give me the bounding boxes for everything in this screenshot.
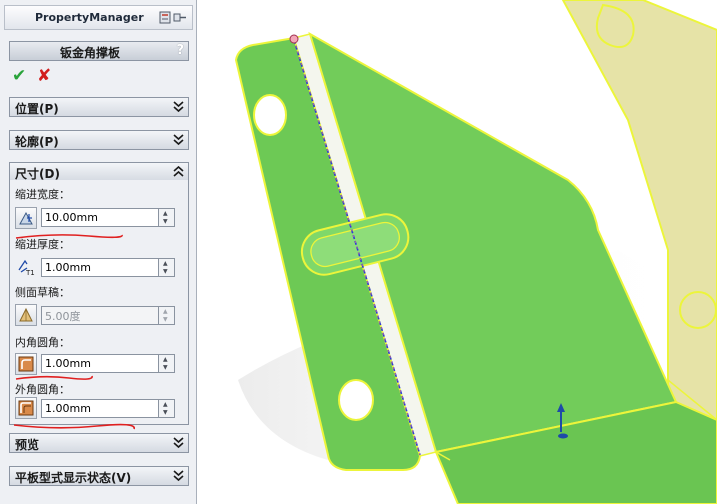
- property-manager-panel: PropertyManager 钣金角撑板 ? ✔ ✘ 位置(P) 轮廓(P) …: [0, 0, 197, 504]
- inner-fillet-spinner[interactable]: ▲ ▼: [159, 354, 175, 373]
- annotation-underline: [15, 375, 93, 380]
- indent-width-icon: [19, 211, 33, 225]
- indent-thickness-icon: T1: [18, 259, 35, 276]
- indent-thickness-input[interactable]: [41, 258, 159, 277]
- group-position-title: 位置(P): [15, 102, 59, 116]
- property-manager-title: PropertyManager: [35, 11, 144, 24]
- side-draft-input[interactable]: [41, 306, 159, 325]
- indent-thickness-icon-box: T1: [15, 256, 37, 278]
- ok-button[interactable]: ✔: [12, 66, 26, 86]
- indent-width-icon-box: [15, 207, 37, 229]
- chevron-down-icon: [173, 470, 184, 482]
- inner-fillet-icon: [18, 356, 34, 372]
- outer-fillet-icon-box: [15, 397, 37, 419]
- inner-fillet-label: 内角圆角：: [15, 336, 70, 349]
- indent-width-input[interactable]: [41, 208, 159, 227]
- group-preview-title: 预览: [15, 438, 40, 452]
- feature-title: 钣金角撑板: [59, 46, 120, 60]
- indent-thickness-spinner[interactable]: ▲ ▼: [159, 258, 175, 277]
- group-profile-title: 轮廓(P): [15, 135, 59, 149]
- chevron-up-icon: [173, 166, 184, 177]
- draft-angle-icon: [19, 307, 33, 322]
- group-flat-pattern-title: 平板型式显示状态(V): [15, 471, 132, 485]
- outer-fillet-input[interactable]: [41, 399, 159, 418]
- side-draft-label: 侧面草稿：: [15, 286, 70, 299]
- annotation-underline: [13, 423, 135, 430]
- model-view[interactable]: [198, 0, 717, 504]
- cancel-button[interactable]: ✘: [37, 66, 51, 86]
- pin-icon[interactable]: [158, 10, 188, 25]
- outer-fillet-spinner[interactable]: ▲ ▼: [159, 399, 175, 418]
- outer-fillet-label: 外角圆角：: [15, 383, 70, 396]
- graphics-viewport[interactable]: [198, 0, 717, 504]
- property-manager-header: PropertyManager: [4, 5, 193, 30]
- axis-origin: [558, 433, 568, 439]
- group-profile[interactable]: 轮廓(P): [9, 130, 189, 150]
- help-icon[interactable]: ?: [176, 43, 184, 58]
- chevron-down-icon: [173, 101, 184, 113]
- chevron-down-icon: [173, 437, 184, 449]
- feature-header: 钣金角撑板 ?: [9, 41, 189, 61]
- group-dimensions[interactable]: 尺寸(D): [9, 162, 189, 182]
- selection-point[interactable]: [289, 34, 299, 44]
- mounting-hole: [338, 379, 374, 421]
- t1-label: T1: [25, 269, 35, 276]
- outer-fillet-icon: [18, 400, 34, 416]
- side-draft-icon-box: [15, 304, 37, 326]
- indent-width-label: 缩进宽度：: [15, 188, 70, 201]
- annotation-underline: [15, 234, 123, 239]
- chevron-down-icon: [173, 134, 184, 146]
- inner-fillet-input[interactable]: [41, 354, 159, 373]
- indent-width-spinner[interactable]: ▲ ▼: [159, 208, 175, 227]
- group-flat-pattern[interactable]: 平板型式显示状态(V): [9, 466, 189, 486]
- group-position[interactable]: 位置(P): [9, 97, 189, 117]
- inner-fillet-icon-box: [15, 353, 37, 375]
- group-preview[interactable]: 预览: [9, 433, 189, 453]
- side-draft-spinner[interactable]: ▲ ▼: [159, 306, 175, 325]
- mounting-hole: [253, 94, 287, 136]
